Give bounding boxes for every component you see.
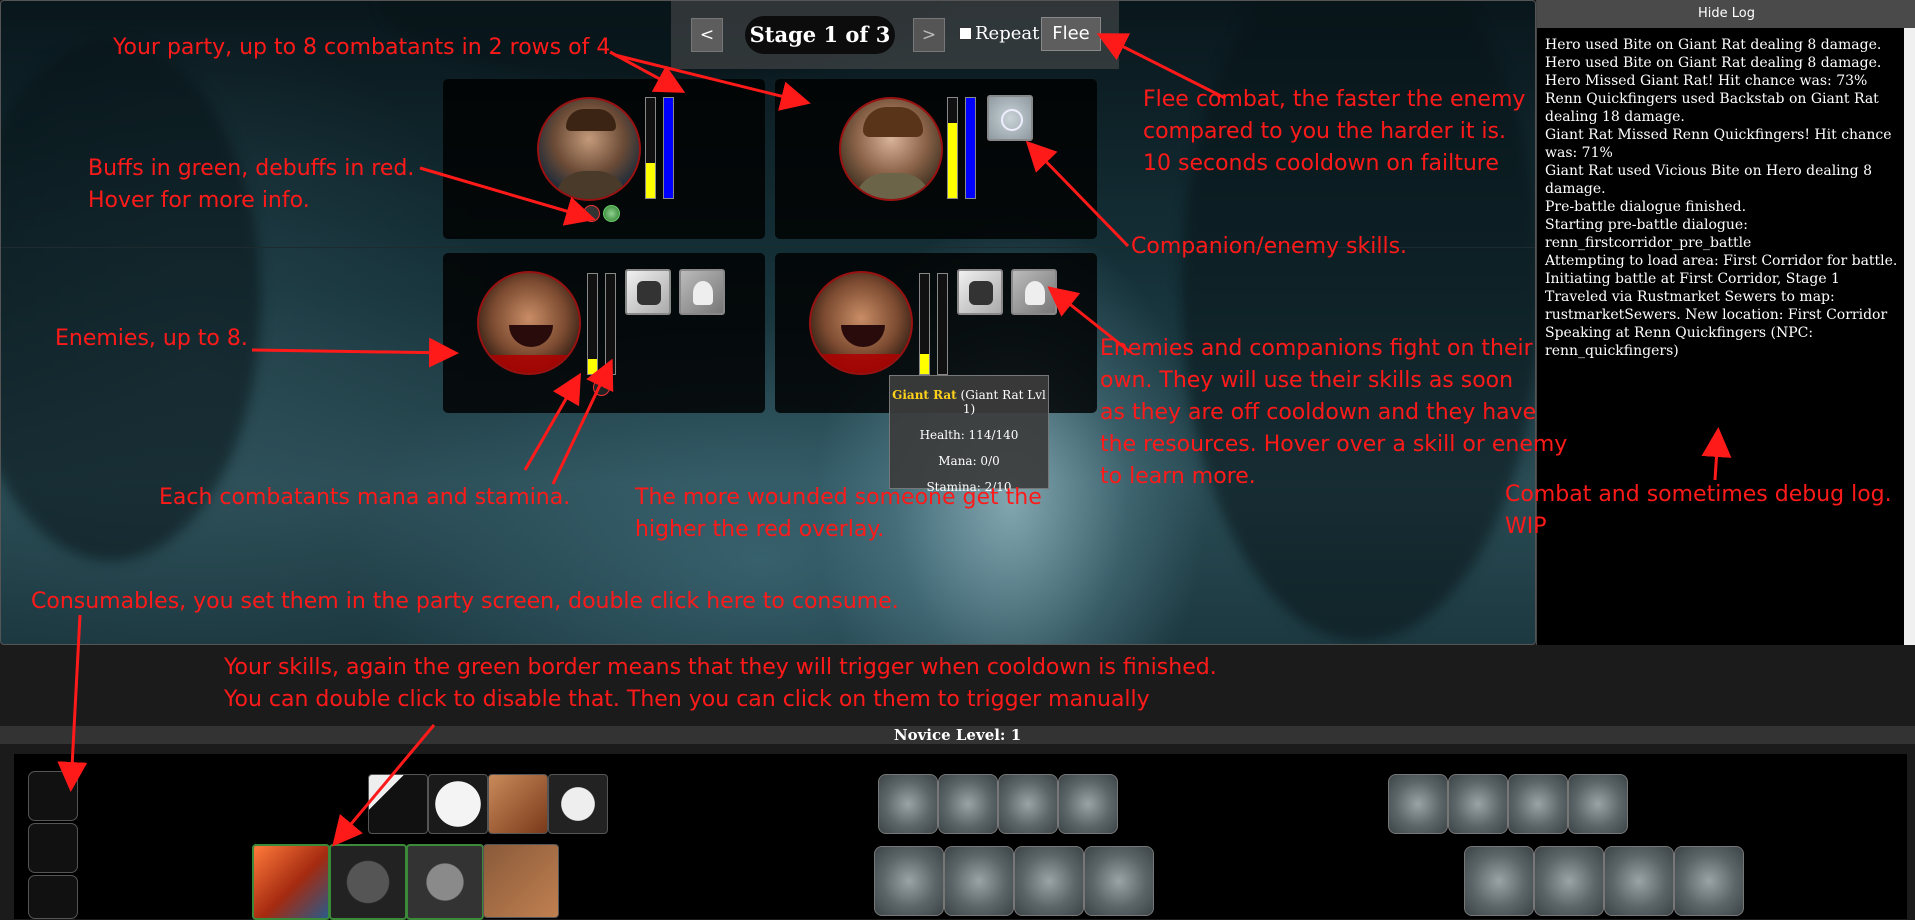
arrow-mana [551,358,614,485]
arrow-companion-skills [1025,140,1130,248]
arrow-consumables [57,614,88,792]
arrow-flee [1096,33,1226,100]
arrow-enemies [251,337,459,368]
arrow-log [1701,427,1732,481]
arrow-enemy-skills [1047,286,1131,354]
arrow-skills [332,724,436,847]
annotation-arrows [57,33,1732,847]
arrow-stamina [523,372,581,471]
arrow-buffs [419,166,596,226]
arrow-party-companion [614,53,811,111]
